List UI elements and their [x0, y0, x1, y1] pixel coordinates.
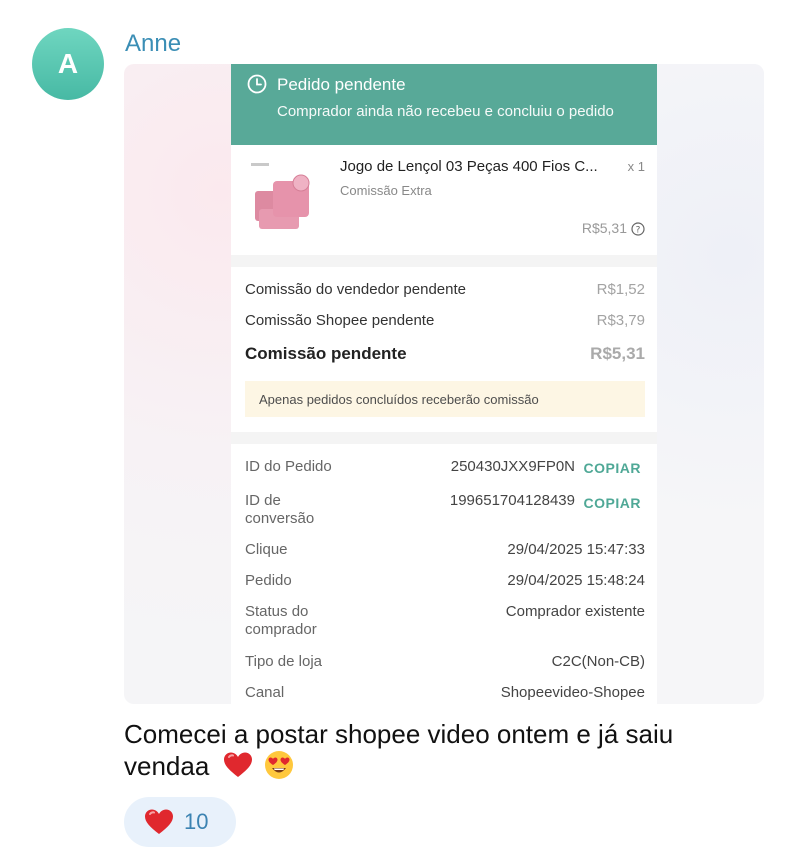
heart-eyes-face-icon	[264, 751, 293, 779]
total-commission-value: R$5,31	[590, 344, 645, 363]
message-text: Comecei a postar shopee video ontem e já…	[124, 718, 744, 782]
copy-order-id-button[interactable]: COPIAR	[584, 460, 641, 476]
store-type-value: C2C(Non-CB)	[551, 653, 645, 670]
red-heart-icon	[145, 809, 173, 834]
pending-order-banner: Pedido pendente Comprador ainda não rece…	[231, 64, 657, 145]
commission-notice: Apenas pedidos concluídos receberão comi…	[245, 381, 645, 417]
product-card: Jogo de Lençol 03 Peças 400 Fios C... x …	[231, 145, 657, 255]
click-label: Clique	[245, 541, 288, 558]
order-id-value: 250430JXX9FP0N	[450, 458, 575, 475]
shopee-commission-value: R$3,79	[596, 312, 645, 329]
seller-commission-label: Comissão do vendedor pendente	[245, 281, 466, 298]
banner-subtitle: Comprador ainda não recebeu e concluiu o…	[277, 103, 614, 120]
buyer-status-value: Comprador existente	[505, 603, 645, 620]
avatar-letter: A	[57, 48, 79, 79]
help-icon: ?	[631, 222, 645, 236]
conversion-id-label: ID de conversão	[245, 492, 315, 527]
product-title: Jogo de Lençol 03 Peças 400 Fios C...	[340, 158, 598, 175]
seller-commission-row: Comissão do vendedor pendente R$1,52	[245, 281, 645, 298]
red-heart-icon	[223, 752, 252, 777]
order-screenshot: Pedido pendente Comprador ainda não rece…	[231, 64, 657, 704]
clock-icon	[247, 74, 267, 94]
order-label: Pedido	[245, 572, 292, 589]
svg-text:?: ?	[636, 225, 641, 235]
total-commission-label: Comissão pendente	[245, 344, 407, 363]
click-value: 29/04/2025 15:47:33	[507, 541, 645, 558]
shopee-commission-label: Comissão Shopee pendente	[245, 312, 435, 329]
avatar[interactable]: A	[32, 28, 104, 100]
order-value: 29/04/2025 15:48:24	[507, 572, 645, 589]
commission-section: Comissão do vendedor pendente R$1,52 Com…	[231, 267, 657, 432]
product-price: R$5,31	[581, 220, 627, 236]
buyer-status-label: Status do comprador	[245, 603, 317, 638]
product-tag: Comissão Extra	[340, 183, 432, 198]
product-thumbnail	[245, 157, 325, 237]
section-divider	[231, 255, 657, 267]
seller-commission-value: R$1,52	[596, 281, 645, 298]
order-id-label: ID do Pedido	[245, 458, 332, 475]
store-type-label: Tipo de loja	[245, 653, 322, 670]
conversion-id-value: 199651704128439	[449, 492, 575, 509]
product-quantity: x 1	[627, 159, 645, 174]
banner-title: Pedido pendente	[277, 75, 406, 94]
attached-image[interactable]: Pedido pendente Comprador ainda não rece…	[124, 64, 764, 704]
message-body: Comecei a postar shopee video ontem e já…	[124, 719, 674, 781]
channel-value: Shopeevideo-Shopee	[500, 684, 645, 701]
total-commission-row: Comissão pendente R$5,31	[245, 344, 645, 364]
sender-name[interactable]: Anne	[125, 30, 181, 58]
section-divider	[231, 432, 657, 444]
reaction-count: 10	[184, 809, 209, 834]
reaction-chip[interactable]: 10	[124, 797, 236, 847]
copy-conversion-id-button[interactable]: COPIAR	[584, 495, 641, 511]
shopee-commission-row: Comissão Shopee pendente R$3,79	[245, 312, 645, 329]
channel-label: Canal	[245, 684, 285, 701]
